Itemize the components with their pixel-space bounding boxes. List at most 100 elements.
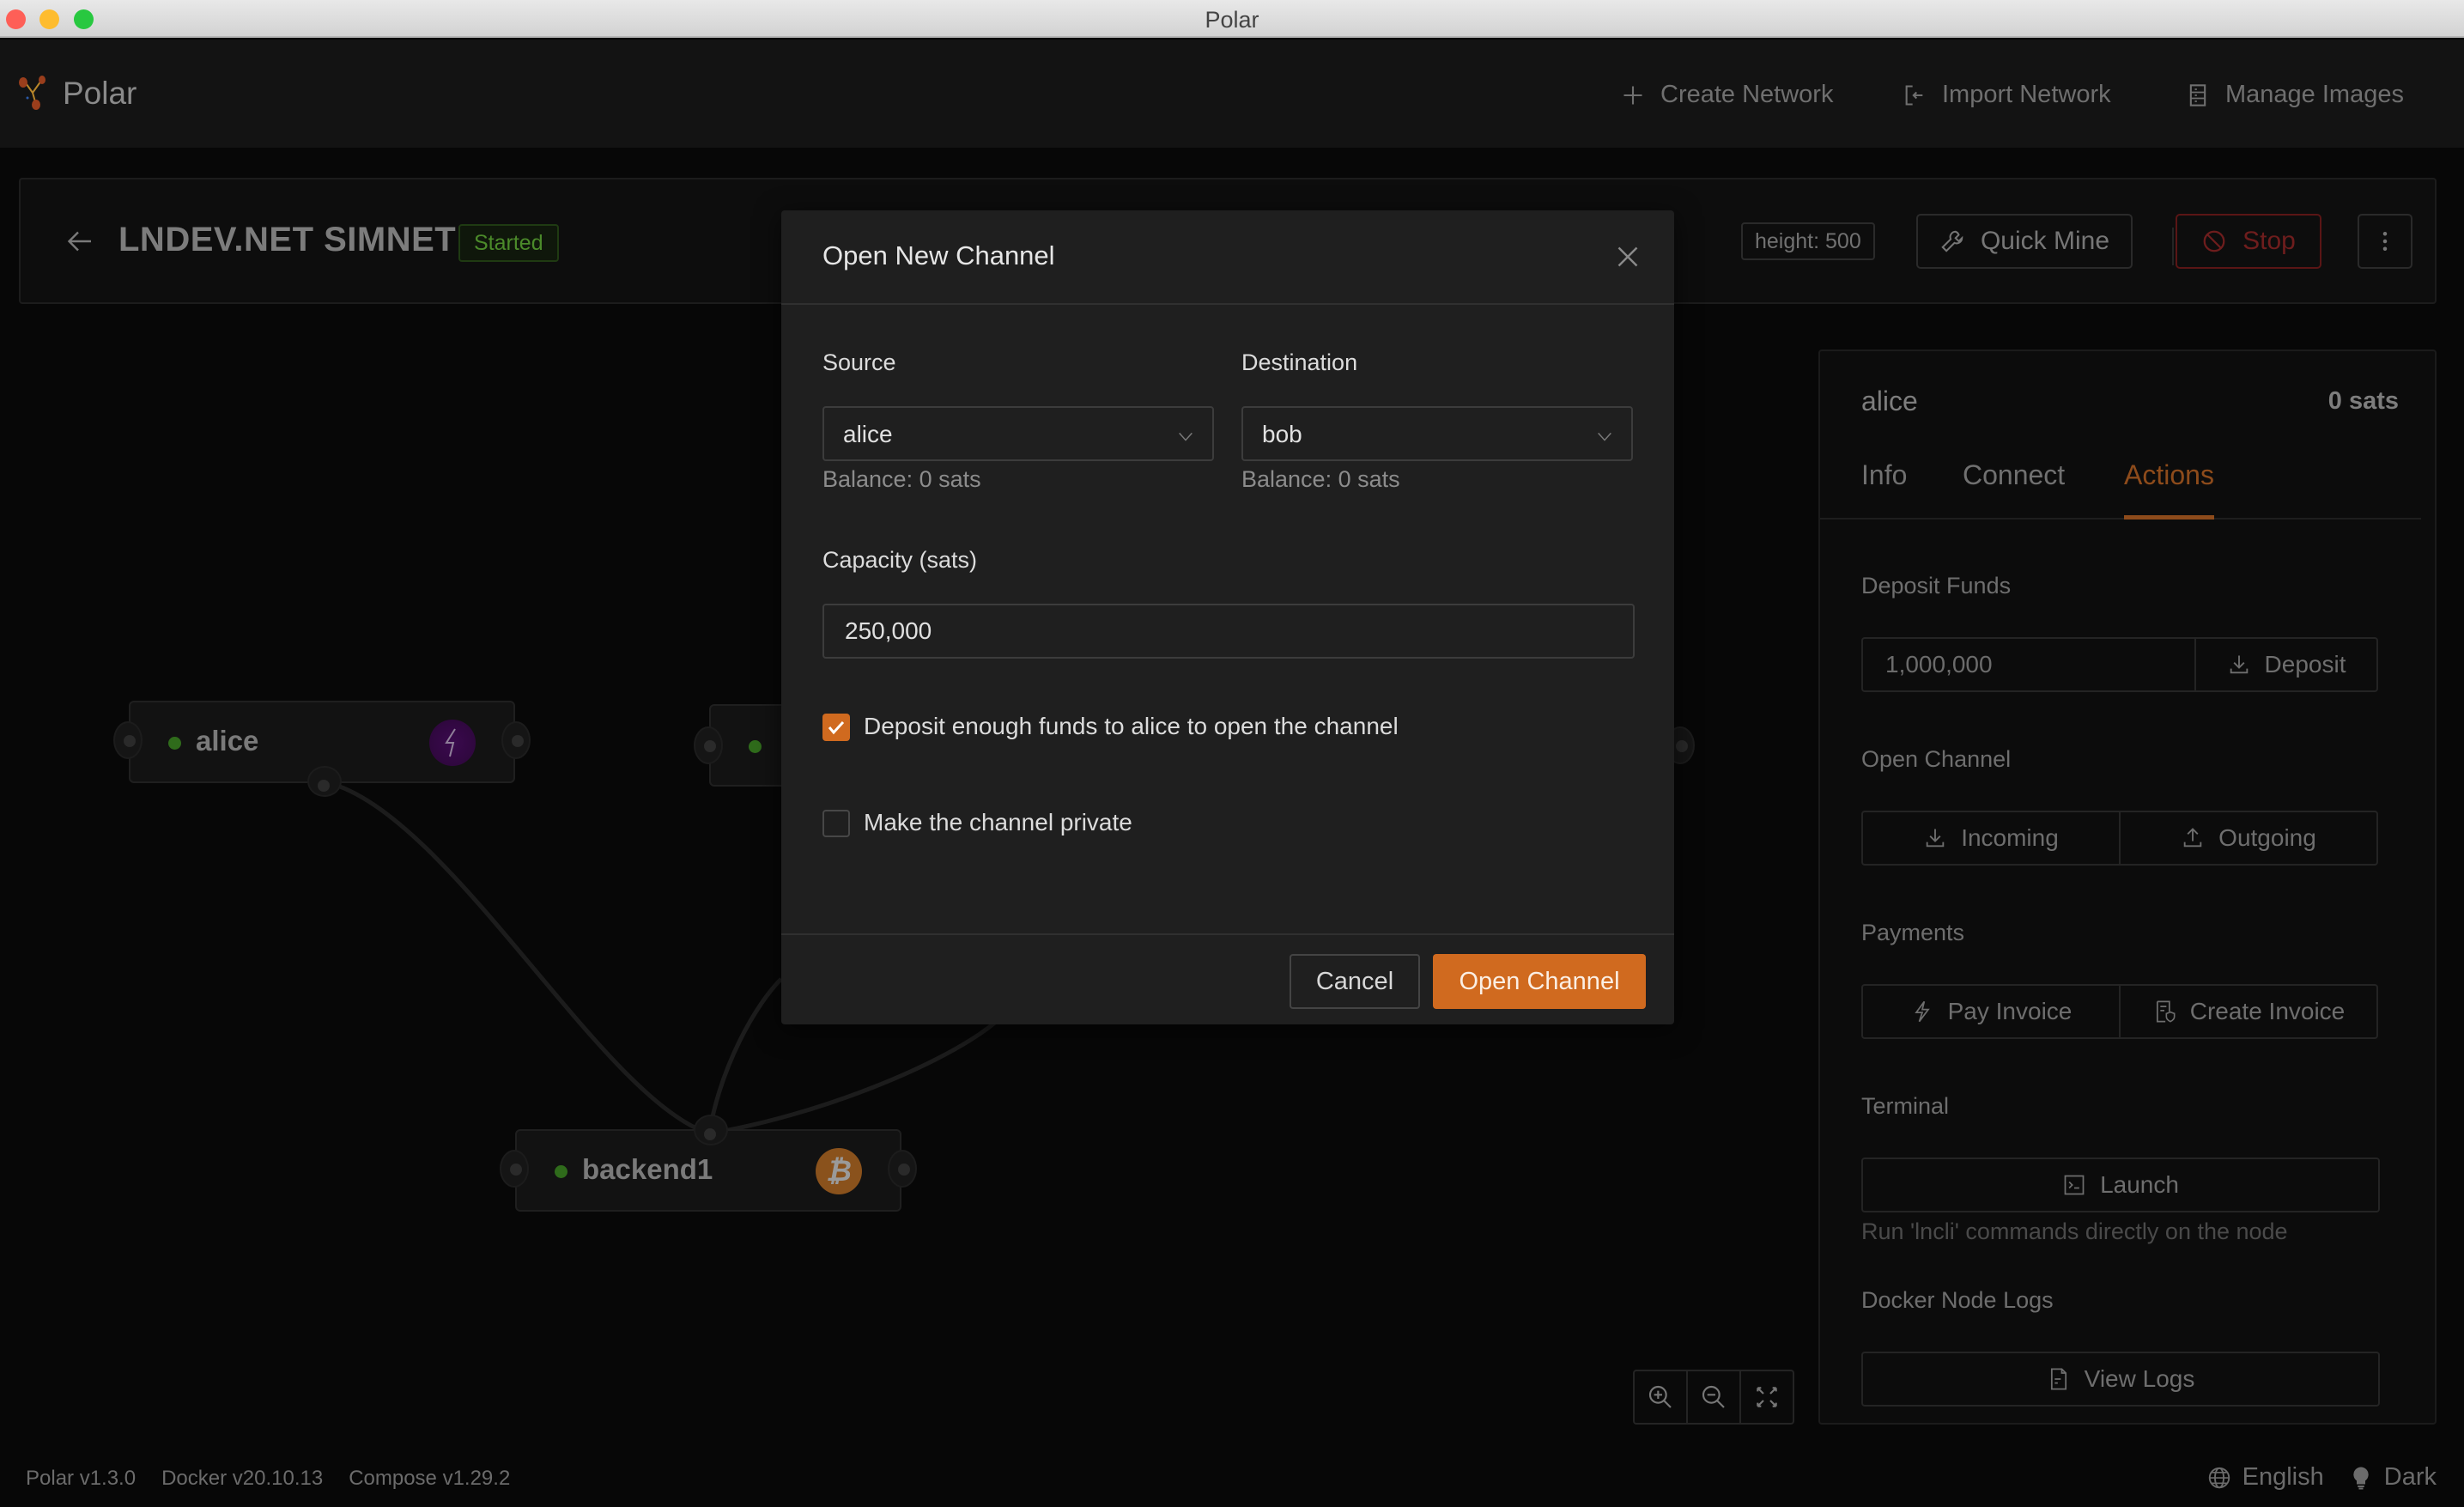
docker-version: Docker v20.10.13 [161, 1467, 324, 1490]
lightning-icon [429, 720, 476, 766]
outgoing-channel-button[interactable]: Outgoing [2121, 812, 2376, 864]
footer-settings: English Dark [2206, 1463, 2437, 1492]
modal-header: Open New Channel [781, 210, 1674, 305]
plus-icon [1623, 86, 1642, 104]
chevron-down-icon [1179, 432, 1193, 441]
destination-value: bob [1262, 421, 1302, 447]
zoom-in-icon [1648, 1385, 1672, 1408]
file-icon [2050, 1368, 2066, 1390]
destination-balance: Balance: 0 sats [1241, 466, 1400, 492]
bulb-icon [2353, 1467, 2369, 1489]
create-invoice-button[interactable]: Create Invoice [2121, 986, 2376, 1037]
fit-view-button[interactable] [1741, 1371, 1793, 1423]
node-name: alice [196, 725, 259, 757]
more-options-button[interactable] [2358, 214, 2412, 269]
deposit-button[interactable]: Deposit [2196, 639, 2376, 690]
node-port[interactable] [694, 1115, 728, 1145]
incoming-channel-button[interactable]: Incoming [1863, 812, 2121, 864]
node-name: backend1 [582, 1153, 713, 1185]
quick-mine-button[interactable]: Quick Mine [1916, 214, 2133, 269]
node-port[interactable] [307, 766, 342, 797]
pay-invoice-button[interactable]: Pay Invoice [1863, 986, 2121, 1037]
payments-group: Pay Invoice Create Invoice [1861, 984, 2378, 1039]
deposit-funds-label[interactable]: Deposit enough funds to alice to open th… [864, 713, 1399, 740]
private-channel-label[interactable]: Make the channel private [864, 809, 1132, 836]
node-port[interactable] [501, 721, 531, 759]
language-label: English [2242, 1463, 2324, 1491]
modal-title: Open New Channel [822, 240, 1055, 270]
deposit-label: Deposit [2264, 651, 2346, 678]
payments-title: Payments [1861, 920, 1965, 945]
fullscreen-icon [1757, 1387, 1777, 1407]
incoming-label: Incoming [1961, 824, 2059, 851]
lightning-icon [1914, 1000, 1930, 1023]
tab-info[interactable]: Info [1861, 459, 1907, 515]
tab-actions[interactable]: Actions [2124, 459, 2214, 520]
app-name: Polar [63, 76, 137, 111]
node-port[interactable] [888, 1150, 917, 1188]
capacity-input[interactable]: 250,000 [822, 604, 1635, 659]
zoom-out-button[interactable] [1688, 1371, 1741, 1423]
launch-terminal-button[interactable]: Launch [1863, 1159, 2378, 1211]
status-dot [555, 1165, 567, 1178]
cancel-button[interactable]: Cancel [1290, 954, 1420, 1009]
stop-network-button[interactable]: Stop [2176, 214, 2321, 269]
app-header: Polar Create Network Import Network Mana… [0, 39, 2464, 148]
more-vertical-icon [2382, 232, 2388, 251]
download-icon [1926, 829, 1945, 848]
sidebar-tabs: Info Connect Actions [1820, 446, 2421, 520]
node-port[interactable] [500, 1150, 529, 1188]
import-network-button[interactable]: Import Network [1903, 81, 2111, 109]
zoom-out-icon [1702, 1385, 1725, 1408]
capacity-label: Capacity (sats) [822, 547, 978, 573]
view-logs-button[interactable]: View Logs [1863, 1353, 2378, 1405]
database-icon [2189, 83, 2206, 106]
import-icon [1905, 84, 1923, 106]
pay-invoice-label: Pay Invoice [1947, 998, 2073, 1024]
download-icon [2230, 655, 2248, 674]
destination-label: Destination [1241, 349, 1358, 375]
view-logs-label: View Logs [2084, 1365, 2195, 1392]
deposit-funds-title: Deposit Funds [1861, 573, 2012, 599]
open-channel-button[interactable]: Open Channel [1433, 954, 1646, 1009]
terminal-title: Terminal [1861, 1093, 1950, 1119]
node-port[interactable] [694, 726, 723, 764]
wrench-icon [1941, 230, 1963, 252]
terminal-group: Launch [1861, 1158, 2380, 1212]
modal-footer: Cancel Open Channel [781, 933, 1674, 1024]
deposit-amount-input[interactable]: 1,000,000 [1863, 639, 2196, 690]
node-port[interactable] [113, 721, 143, 759]
theme-switcher[interactable]: Dark [2348, 1463, 2437, 1492]
destination-select[interactable]: bob [1241, 406, 1633, 461]
theme-label: Dark [2383, 1463, 2437, 1491]
link-alice-backend1 [322, 779, 710, 1136]
docker-logs-title: Docker Node Logs [1861, 1287, 2054, 1313]
canvas-zoom-controls [1633, 1370, 1794, 1425]
invoice-icon [2156, 1000, 2176, 1023]
globe-icon [2208, 1467, 2230, 1488]
private-channel-checkbox[interactable] [822, 810, 850, 837]
stop-icon [2203, 230, 2225, 252]
toolbar-divider [2172, 228, 2174, 265]
create-network-label: Create Network [1660, 81, 1834, 108]
status-dot [749, 740, 762, 753]
outgoing-label: Outgoing [2218, 824, 2316, 851]
language-switcher[interactable]: English [2206, 1463, 2324, 1492]
deposit-funds-checkbox[interactable] [822, 714, 850, 741]
create-invoice-label: Create Invoice [2189, 998, 2346, 1024]
manage-images-label: Manage Images [2225, 81, 2404, 108]
create-network-button[interactable]: Create Network [1621, 81, 1833, 109]
tab-connect[interactable]: Connect [1963, 459, 2065, 515]
quick-mine-label: Quick Mine [1980, 227, 2110, 255]
manage-images-button[interactable]: Manage Images [2186, 81, 2404, 109]
checkmark-icon [828, 720, 845, 735]
back-arrow-icon[interactable] [65, 226, 96, 257]
close-icon[interactable] [1612, 241, 1643, 272]
network-title: LNDEV.NET SIMNET [118, 221, 457, 258]
source-label: Source [822, 349, 896, 375]
window-title: Polar [1205, 7, 1259, 33]
block-height-badge: height: 500 [1741, 222, 1875, 260]
polar-version: Polar v1.3.0 [26, 1467, 137, 1490]
source-select[interactable]: alice [822, 406, 1214, 461]
zoom-in-button[interactable] [1635, 1371, 1688, 1423]
